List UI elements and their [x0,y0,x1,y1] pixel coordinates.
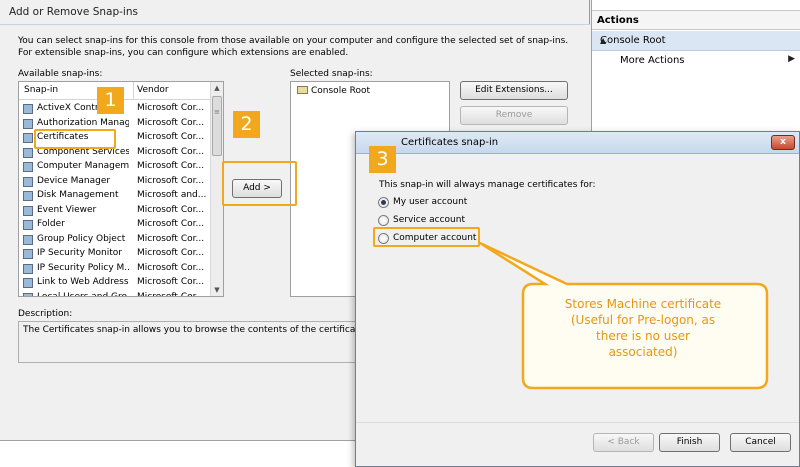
snapin-icon [23,263,33,274]
actions-header: Actions [592,10,800,30]
snapin-icon [23,133,33,143]
callout-text: Stores Machine certificate (Useful for P… [523,296,763,360]
cancel-button[interactable]: Cancel [730,433,791,452]
callout-line: Stores Machine certificate [564,297,722,311]
snapin-vendor: Microsoft Cor... [137,262,205,273]
cert-intro-text: This snap-in will always manage certific… [379,180,596,190]
submenu-arrow-icon: ▶ [788,54,795,64]
snapin-row[interactable]: Computer Managem... Microsoft Cor... [19,160,211,175]
cert-dialog-titlebar: Certificates snap-in x [356,132,799,154]
selected-item-console-root[interactable]: Console Root [297,86,370,96]
description-label: Description: [18,309,73,319]
snapin-row[interactable]: Group Policy Object ... Microsoft Cor... [19,233,211,248]
snapin-vendor: Microsoft Cor... [137,161,205,171]
snapin-row[interactable]: Device Manager Microsoft Cor... [19,175,211,190]
intro-text: You can select snap-ins for this console… [18,36,569,58]
column-header-vendor[interactable]: Vendor [137,85,169,95]
snapin-row[interactable]: Folder Microsoft Cor... [19,218,211,233]
snapin-name: Link to Web Address [37,277,129,287]
snapin-name: Folder [37,219,65,229]
actions-title: Actions [597,15,639,26]
snapin-name: Authorization Manager [37,117,129,128]
snapin-vendor: Microsoft Cor... [137,204,205,215]
callout-line: associated) [608,345,678,359]
snapin-vendor: Microsoft Cor... [137,248,205,258]
snapin-icon [23,191,33,201]
snapin-row[interactable]: IP Security Policy M... Microsoft Cor... [19,262,211,277]
description-text: The Certificates snap-in allows you to b… [23,325,395,335]
snapin-name: Group Policy Object ... [37,233,129,244]
radio-label: My user account [393,197,468,207]
callout-line: (Useful for Pre-logon, as [570,313,716,327]
scroll-grip-icon: ≡ [214,108,220,116]
snapin-icon [23,220,33,230]
snapin-icon [23,176,33,187]
snapin-icon [23,147,33,158]
snapin-icon [23,205,33,216]
highlight-add-button [222,161,297,206]
snapin-name: Local Users and Gro... [37,291,129,297]
radio-selected-icon[interactable] [378,197,389,208]
snapin-row[interactable]: IP Security Monitor Microsoft Cor... [19,247,211,262]
step-badge-2: 2 [233,111,260,138]
close-icon[interactable]: x [771,135,795,150]
snapin-vendor: Microsoft Cor... [137,146,205,157]
snapin-icon [23,292,33,296]
snapin-row[interactable]: Event Viewer Microsoft Cor... [19,204,211,219]
remove-button[interactable]: Remove [460,106,568,125]
step-badge-1: 1 [97,87,124,114]
collapse-up-icon[interactable]: ▲ [600,36,795,45]
cert-dialog-separator [356,422,799,423]
column-header-snapin[interactable]: Snap-in [24,85,58,95]
step-badge-3: 3 [369,146,396,173]
snapin-icon [23,118,33,129]
scroll-up-icon[interactable]: ▲ [211,82,223,94]
selected-snapins-label: Selected snap-ins: [290,69,373,79]
highlight-computer-account [373,227,480,247]
snapin-vendor: Microsoft Cor... [137,117,205,128]
available-snapins-label: Available snap-ins: [18,69,103,79]
snapin-name: Computer Managem... [37,161,129,171]
snapin-vendor: Microsoft Cor... [137,132,205,142]
snapin-vendor: Microsoft Cor... [137,103,205,113]
scroll-down-icon[interactable]: ▼ [211,284,223,296]
callout-line: there is no user [596,329,690,343]
more-actions-label: More Actions [620,55,685,66]
cert-dialog-title: Certificates snap-in [401,137,499,148]
snapin-vendor: Microsoft Cor... [137,175,205,186]
snapin-name: IP Security Monitor [37,248,122,258]
snapin-icon [23,104,33,114]
back-button[interactable]: < Back [593,433,654,452]
edit-extensions-button[interactable]: Edit Extensions... [460,81,568,100]
snapin-row[interactable]: Link to Web Address Microsoft Cor... [19,276,211,291]
snapin-name: Event Viewer [37,204,97,215]
snapin-icon [23,249,33,259]
selected-item-label: Console Root [311,86,370,96]
column-divider[interactable] [133,82,134,100]
radio-icon[interactable] [378,215,389,226]
snapin-vendor: Microsoft Cor... [137,291,205,297]
snapin-icon [23,162,33,172]
snapin-row[interactable]: Disk Management Microsoft and... [19,189,211,204]
snapin-vendor: Microsoft Cor... [137,233,205,244]
actions-section-console-root[interactable]: Console Root ▲ [592,31,800,51]
snapin-name: Device Manager [37,175,111,186]
snapin-icon [23,234,33,245]
scroll-thumb[interactable] [212,96,222,156]
snapin-vendor: Microsoft Cor... [137,219,205,229]
highlight-certificates [34,129,116,149]
snapin-vendor: Microsoft Cor... [137,277,205,287]
snapin-row[interactable]: Local Users and Gro... Microsoft Cor... [19,291,211,297]
snapin-name: IP Security Policy M... [37,262,129,273]
snapin-vendor: Microsoft and... [137,190,207,200]
radio-label: Service account [393,215,465,225]
finish-button[interactable]: Finish [659,433,720,452]
more-actions-item[interactable]: More Actions ▶ [592,52,800,70]
folder-icon [297,86,308,94]
snapin-name: Disk Management [37,190,119,200]
dialog-title: Add or Remove Snap-ins [9,6,138,18]
snapin-icon [23,278,33,288]
